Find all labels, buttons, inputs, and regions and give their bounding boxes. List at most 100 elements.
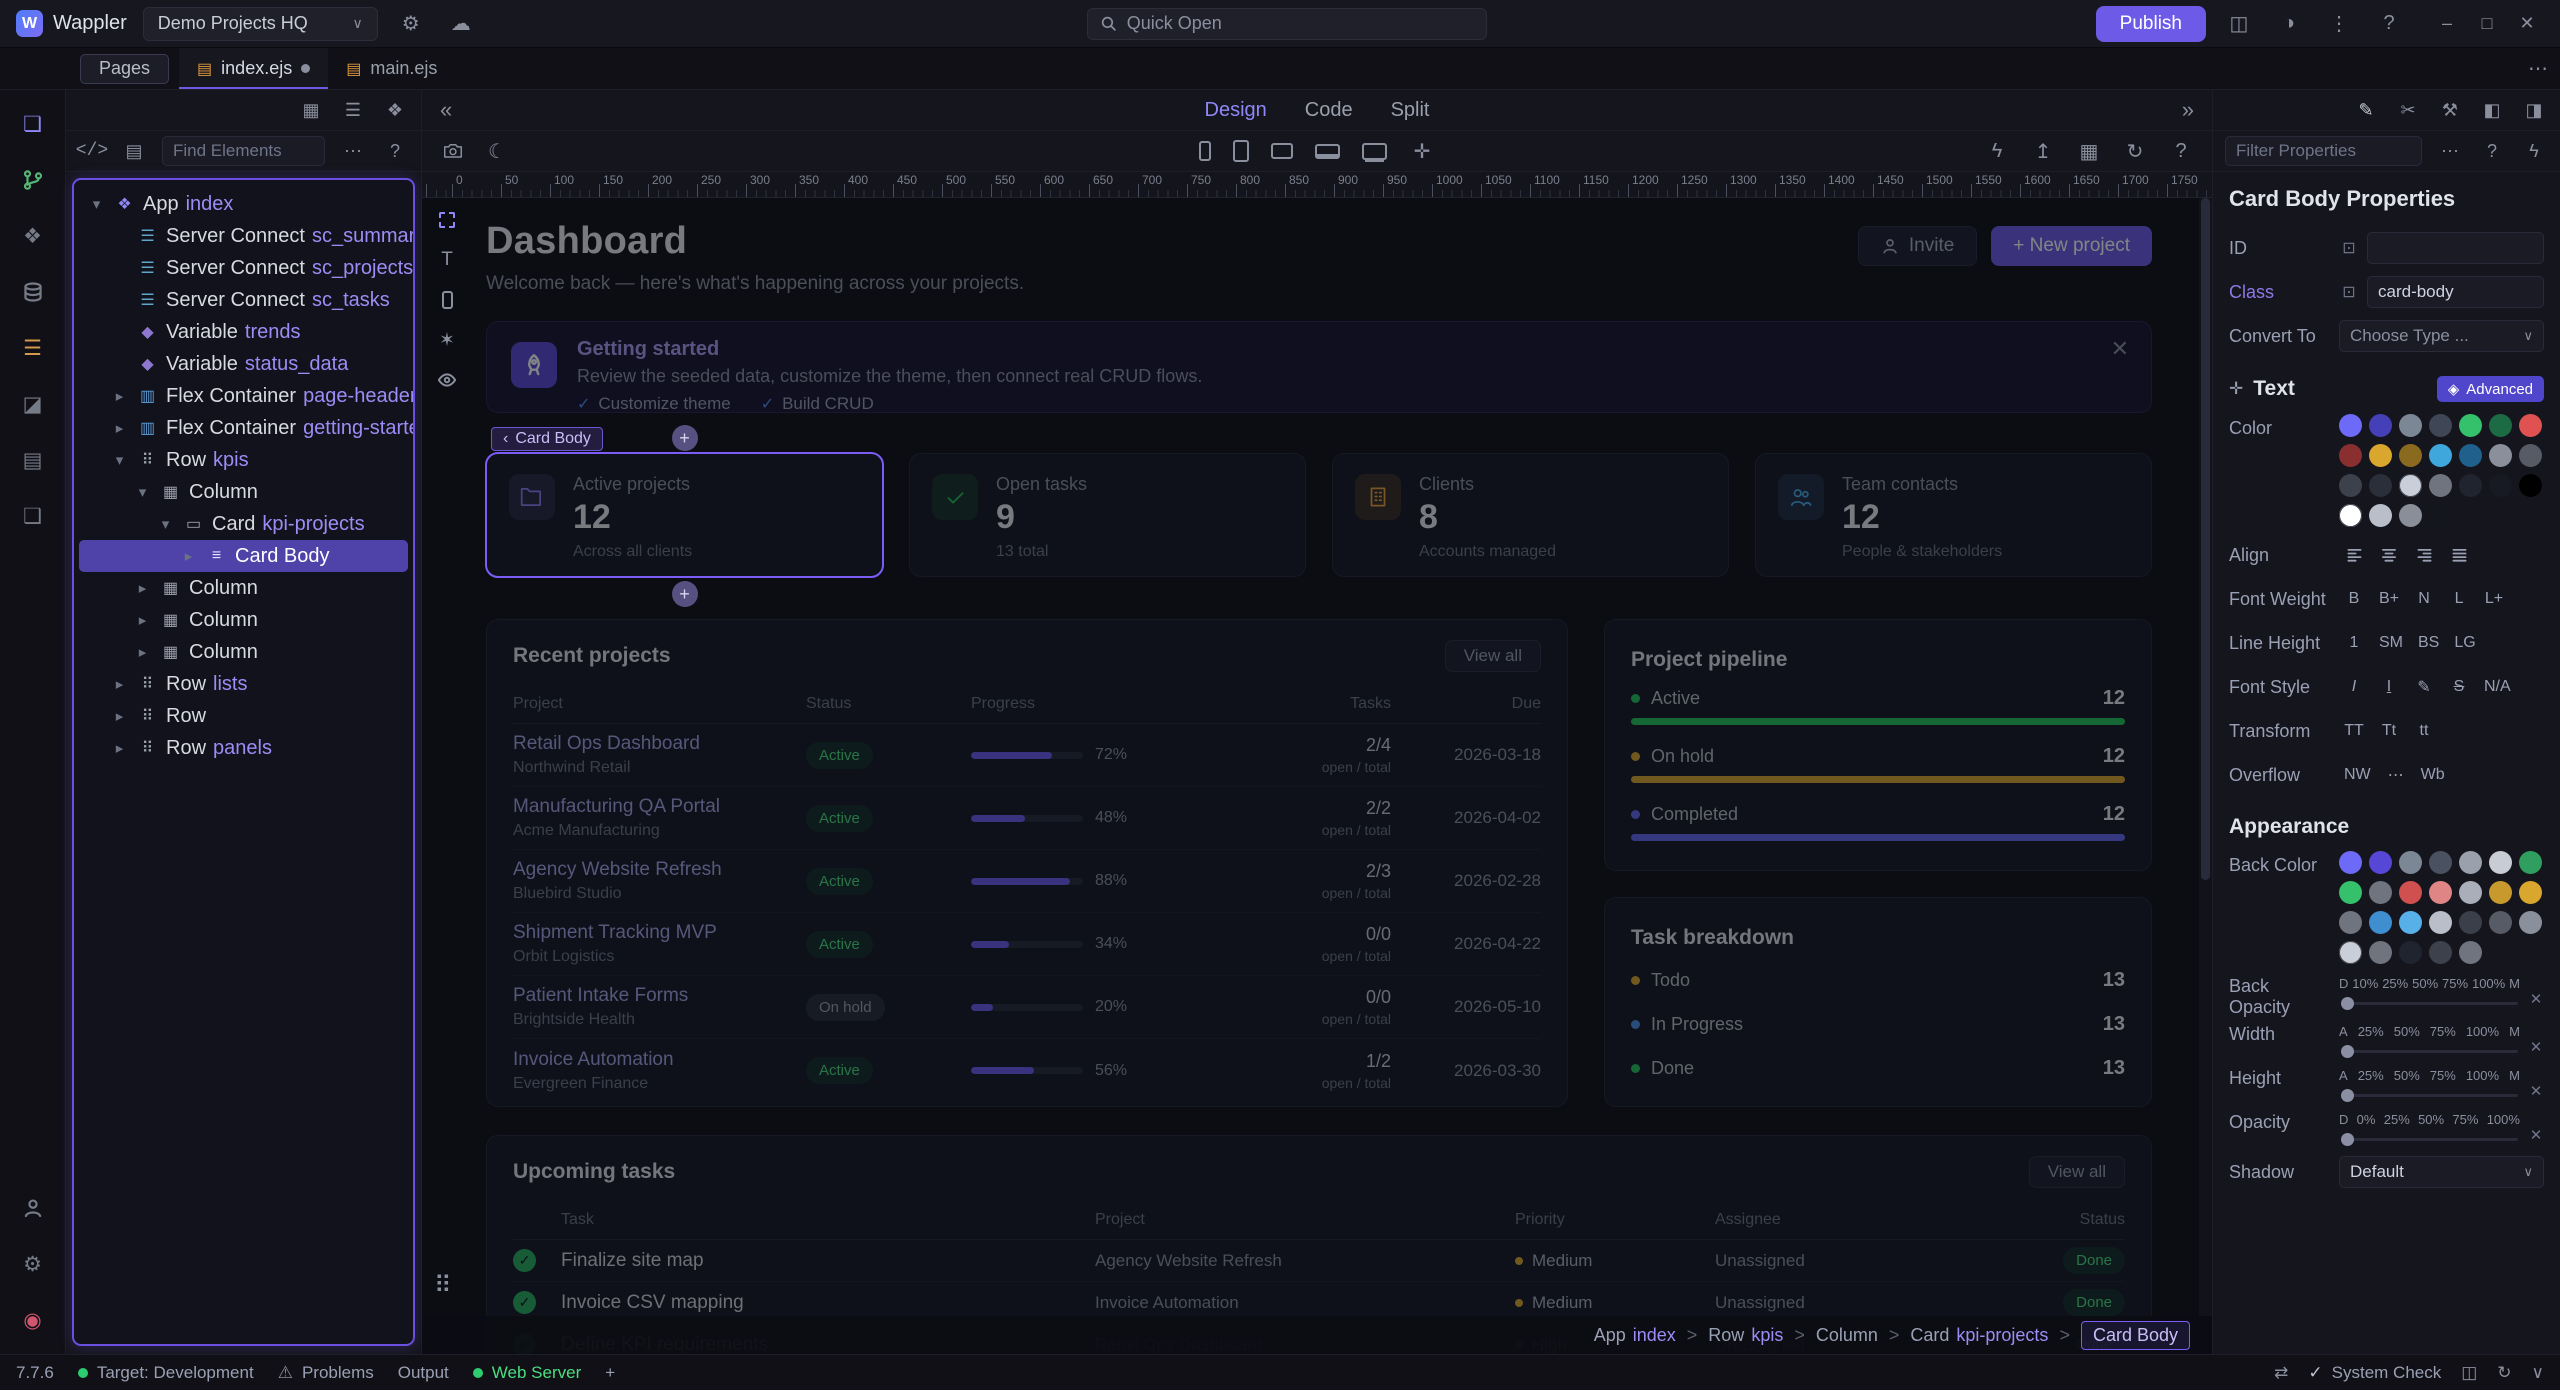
refresh-icon[interactable]: ↻ (2497, 1363, 2511, 1383)
quick-open-input[interactable] (1127, 13, 1474, 34)
apps-icon[interactable]: ❑ (15, 500, 51, 532)
task-link[interactable]: Invoice CSV mapping (561, 1292, 1095, 1314)
list-view-icon[interactable]: ☰ (339, 96, 367, 124)
code-icon[interactable]: </> (78, 137, 106, 165)
assets-icon[interactable]: ◪ (15, 388, 51, 420)
back-opacity-tick[interactable]: 50% (2412, 976, 2438, 991)
back-opacity-slider[interactable] (2341, 1002, 2518, 1005)
pages-button[interactable]: Pages (80, 54, 169, 84)
color-swatch[interactable] (2519, 474, 2542, 497)
find-elements-input[interactable] (162, 136, 325, 166)
color-swatch[interactable] (2399, 851, 2422, 874)
transform-tt[interactable]: tt (2409, 717, 2439, 745)
grid-handle-icon[interactable]: ⠿ (434, 1271, 452, 1300)
color-swatch[interactable] (2399, 414, 2422, 437)
maximize-button[interactable]: □ (2470, 7, 2504, 41)
color-swatch[interactable] (2429, 941, 2452, 964)
color-swatch[interactable] (2519, 414, 2542, 437)
new-project-button[interactable]: + New project (1991, 226, 2152, 266)
color-swatch[interactable] (2459, 414, 2482, 437)
tree-node-page-header[interactable]: ▸▥Flex Containerpage-header (79, 380, 408, 412)
help-icon[interactable]: ? (2478, 137, 2506, 165)
color-swatch[interactable] (2339, 414, 2362, 437)
project-link[interactable]: Invoice Automation (513, 1049, 806, 1071)
database-icon[interactable] (15, 276, 51, 308)
color-swatch[interactable] (2429, 911, 2452, 934)
color-swatch[interactable] (2399, 444, 2422, 467)
theme-icon[interactable]: ◑ (2272, 7, 2306, 41)
more-icon[interactable]: ⋯ (339, 137, 367, 165)
opacity-tick[interactable]: 25% (2384, 1112, 2410, 1127)
back-opacity-tick[interactable]: D (2339, 976, 2348, 991)
device-tablet-icon[interactable] (1233, 140, 1249, 162)
tabbar-more-icon[interactable]: ⋯ (2528, 56, 2548, 81)
mode-split[interactable]: Split (1391, 99, 1430, 122)
tree-node-sc-summary[interactable]: ☰Server Connectsc_summary (79, 220, 408, 252)
color-swatch[interactable] (2399, 941, 2422, 964)
kpi-card[interactable]: Clients8Accounts managed (1332, 453, 1729, 577)
color-swatch[interactable] (2369, 474, 2392, 497)
help-icon[interactable]: ? (2168, 138, 2194, 164)
font-weight-l[interactable]: L+ (2479, 585, 2509, 613)
color-swatch[interactable] (2399, 504, 2422, 527)
width-tick[interactable]: 50% (2394, 1024, 2420, 1039)
color-swatch[interactable] (2369, 414, 2392, 437)
height-tick[interactable]: 75% (2430, 1068, 2456, 1083)
mode-design[interactable]: Design (1205, 99, 1267, 122)
color-swatch[interactable] (2369, 941, 2392, 964)
caret-icon[interactable]: ▾ (156, 515, 175, 533)
caret-icon[interactable]: ▸ (110, 739, 129, 757)
pages-icon[interactable]: ❏ (15, 108, 51, 140)
problems-button[interactable]: ⚠ Problems (278, 1363, 374, 1383)
chevron-down-icon[interactable]: ∨ (2532, 1363, 2544, 1383)
caret-icon[interactable]: ▸ (110, 387, 129, 405)
system-check-button[interactable]: ✓ System Check (2308, 1363, 2441, 1383)
settings-icon[interactable]: ⚙ (15, 1248, 51, 1280)
slider-thumb[interactable] (2341, 1089, 2354, 1102)
tree-node-column[interactable]: ▸▦Column (79, 572, 408, 604)
dynamic-data-icon[interactable]: ⊡ (2339, 238, 2359, 258)
kpi-card[interactable]: Active projects12Across all clients‹Card… (486, 453, 883, 577)
caret-icon[interactable]: ▾ (110, 451, 129, 469)
breadcrumb-item[interactable]: Cardkpi-projects (1910, 1325, 2048, 1346)
color-swatch[interactable] (2399, 881, 2422, 904)
table-row[interactable]: Shipment Tracking MVPOrbit LogisticsActi… (513, 913, 1541, 976)
advanced-toggle[interactable]: ◈ Advanced (2437, 376, 2544, 402)
table-row[interactable]: Retail Ops DashboardNorthwind RetailActi… (513, 724, 1541, 787)
dynamic-data-icon[interactable]: ⊡ (2339, 282, 2359, 302)
clear-icon[interactable]: ✕ (2528, 1038, 2544, 1056)
minimize-button[interactable]: – (2430, 7, 2464, 41)
components-grid-icon[interactable]: ▦ (2076, 138, 2102, 164)
color-swatch[interactable] (2519, 851, 2542, 874)
tree-node-kpi-projects[interactable]: ▾▭Cardkpi-projects (79, 508, 408, 540)
collapse-right-icon[interactable]: » (2182, 97, 2194, 123)
class-input[interactable] (2367, 276, 2544, 308)
line-height-sm[interactable]: SM (2374, 629, 2408, 657)
gear-icon[interactable]: ⚙ (394, 7, 428, 41)
table-row[interactable]: ✓Finalize site mapAgency Website Refresh… (513, 1240, 2125, 1282)
table-row[interactable]: Agency Website RefreshBluebird StudioAct… (513, 850, 1541, 913)
breadcrumb-item[interactable]: Column (1816, 1325, 1878, 1346)
back-opacity-tick[interactable]: M (2509, 976, 2520, 991)
view-all-button[interactable]: View all (2029, 1156, 2125, 1188)
filter-properties-input[interactable] (2225, 136, 2422, 166)
align-right-icon[interactable] (2409, 541, 2439, 569)
color-swatch[interactable] (2339, 851, 2362, 874)
font-weight-n[interactable]: N (2409, 585, 2439, 613)
width-slider[interactable] (2341, 1050, 2518, 1053)
caret-icon[interactable]: ▸ (133, 643, 152, 661)
screenshot-icon[interactable] (440, 138, 466, 164)
caret-icon[interactable]: ▸ (110, 675, 129, 693)
tree-node-kpis[interactable]: ▾⠿Rowkpis (79, 444, 408, 476)
font-weight-b[interactable]: B+ (2374, 585, 2404, 613)
slider-thumb[interactable] (2341, 1133, 2354, 1146)
task-link[interactable]: Finalize site map (561, 1250, 1095, 1272)
tree-node-row[interactable]: ▸⠿Row (79, 700, 408, 732)
color-swatch[interactable] (2459, 881, 2482, 904)
color-swatch[interactable] (2429, 881, 2452, 904)
back-opacity-tick[interactable]: 100% (2472, 976, 2505, 991)
project-link[interactable]: Manufacturing QA Portal (513, 796, 806, 818)
breadcrumb-item[interactable]: Rowkpis (1708, 1325, 1783, 1346)
id-input[interactable] (2367, 232, 2544, 264)
line-height-lg[interactable]: LG (2449, 629, 2480, 657)
